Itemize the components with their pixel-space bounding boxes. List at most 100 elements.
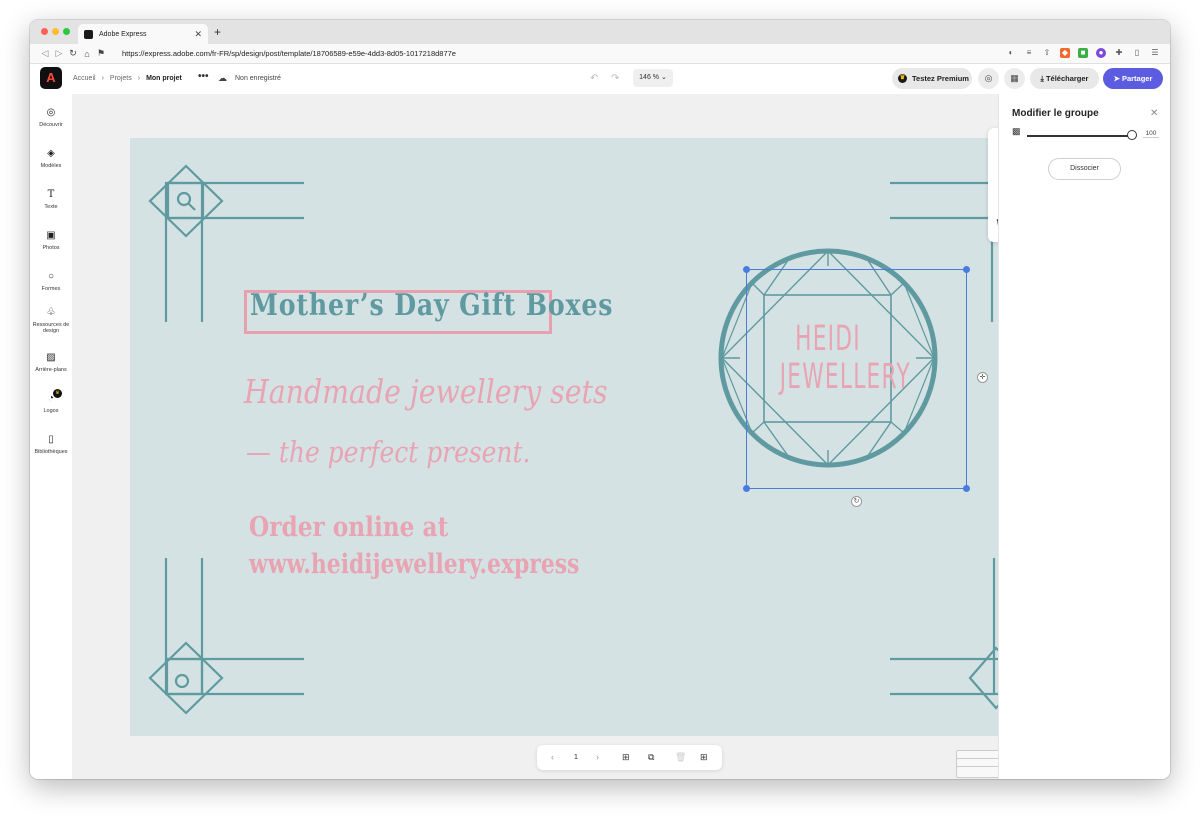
design-title-text[interactable]: Mother’s Day Gift Boxes: [250, 288, 613, 323]
page-navigator: ‹ 1 › ⊞ ⧉ 🗑 ⊞: [537, 745, 722, 770]
sidebar-item-logos[interactable]: ◔ ♛ Logos: [30, 389, 72, 414]
sidebar-item-label: Formes: [41, 286, 61, 292]
sidebar-item-templates[interactable]: ◈ Modèles: [30, 148, 72, 169]
design-tagline-line2[interactable]: — the perfect present.: [246, 435, 530, 469]
sidebar-item-discover[interactable]: ◎ Découvrir: [30, 107, 72, 128]
page-number: 1: [574, 754, 578, 761]
download-button[interactable]: ⤓ Télécharger: [1030, 68, 1099, 89]
sidebar-item-label: Logos: [43, 408, 59, 414]
save-status: Non enregistré: [235, 75, 281, 82]
address-field[interactable]: https://express.adobe.com/fr-FR/sp/desig…: [122, 49, 456, 58]
sidebar-item-label: Photos: [42, 245, 60, 251]
grid-view-icon[interactable]: ⊞: [700, 752, 708, 763]
brave-icon[interactable]: ◆: [1060, 48, 1070, 58]
menu-icon[interactable]: ☰: [1150, 48, 1160, 58]
photo-icon: ▣: [46, 230, 56, 241]
next-page-icon[interactable]: ›: [596, 752, 599, 762]
home-icon[interactable]: ⌂: [80, 49, 94, 59]
sidebar-item-text[interactable]: T Texte: [30, 189, 72, 210]
undo-icon[interactable]: ↶: [590, 73, 598, 84]
close-window-button[interactable]: [41, 28, 48, 35]
close-icon[interactable]: ✕: [1150, 108, 1158, 119]
adobe-express-logo[interactable]: A: [40, 67, 62, 89]
opacity-icon: ▩: [1012, 126, 1021, 136]
sidebar-item-backgrounds[interactable]: ▨ Arrière-plans: [30, 352, 72, 373]
grid-icon[interactable]: ▦: [1004, 68, 1025, 89]
design-order-line1[interactable]: Order online at: [249, 512, 448, 543]
background-icon: ▨: [46, 352, 56, 363]
zoom-dropdown[interactable]: 146 % ⌄: [633, 69, 673, 87]
breadcrumb-current[interactable]: Mon projet: [146, 75, 182, 82]
maximize-window-button[interactable]: [63, 28, 70, 35]
resize-handle-top-right[interactable]: [963, 266, 970, 273]
design-tagline-line1[interactable]: Handmade jewellery sets: [244, 372, 608, 411]
resize-handle-bottom-right[interactable]: [963, 485, 970, 492]
title-frame-left: [244, 290, 247, 334]
sidebar-icon[interactable]: ▯: [1132, 48, 1142, 58]
chevron-right-icon: ›: [101, 75, 104, 82]
sidebar-item-label: Arrière-plans: [35, 367, 67, 373]
chevron-right-icon: ›: [137, 75, 141, 82]
close-tab-icon[interactable]: ✕: [194, 29, 202, 40]
share-button[interactable]: ➤ Partager: [1103, 68, 1163, 89]
breadcrumb: Accueil › Projets › Mon projet: [73, 75, 182, 82]
share-page-icon[interactable]: ⇧: [1042, 48, 1052, 58]
tab-title: Adobe Express: [99, 30, 147, 38]
sidebar-item-design-assets[interactable]: ♧ Ressources de design: [30, 307, 72, 334]
resize-handle-bottom-left[interactable]: [743, 485, 750, 492]
green-extension-icon[interactable]: ■: [1078, 48, 1088, 58]
delete-page-icon[interactable]: 🗑: [675, 752, 686, 763]
library-icon: ▯: [48, 434, 54, 445]
sidebar-item-label: Texte: [44, 204, 58, 210]
opacity-slider[interactable]: [1027, 135, 1131, 137]
forward-icon[interactable]: ▷: [52, 48, 66, 59]
browser-tab[interactable]: Adobe Express ✕: [78, 24, 208, 44]
translate-icon[interactable]: ◐: [1006, 48, 1016, 58]
try-premium-label: Testez Premium: [912, 74, 969, 83]
opacity-value-input[interactable]: 100: [1143, 130, 1159, 138]
puzzle-icon[interactable]: ✚: [1114, 48, 1124, 58]
share-label: Partager: [1121, 74, 1153, 83]
sidebar-item-label: Découvrir: [39, 122, 63, 128]
premium-badge-icon: ♛: [53, 389, 62, 398]
extension-icons: ◐ ≡ ⇧ ◆ ■ ● ✚ ▯ ☰: [1006, 48, 1160, 58]
selection-box[interactable]: [743, 266, 970, 492]
reload-icon[interactable]: ↻: [66, 48, 80, 59]
sidebar-item-shapes[interactable]: ○ Formes: [30, 271, 72, 292]
more-options-button[interactable]: •••: [198, 71, 209, 82]
move-icon[interactable]: ✛: [977, 372, 988, 383]
sidebar-item-libraries[interactable]: ▯ Bibliothèques: [30, 434, 72, 455]
shapes-icon: ○: [47, 271, 55, 282]
prev-page-icon[interactable]: ‹: [551, 752, 554, 762]
resize-handle-top-left[interactable]: [743, 266, 750, 273]
lightbulb-icon[interactable]: ◎: [978, 68, 999, 89]
new-tab-button[interactable]: +: [214, 25, 221, 39]
tab-bar: Adobe Express ✕ +: [30, 20, 1170, 44]
back-icon[interactable]: ◁: [38, 48, 52, 59]
rotate-icon[interactable]: ↻: [851, 496, 862, 507]
properties-panel: Modifier le groupe ✕ ▩ 100 Dissocier: [998, 94, 1170, 779]
add-page-icon[interactable]: ⊞: [622, 752, 630, 763]
text-icon: T: [47, 189, 55, 200]
app-header: A Accueil › Projets › Mon projet ••• ☁ N…: [30, 64, 1170, 94]
download-icon: ⤓: [1040, 74, 1044, 83]
ungroup-button[interactable]: Dissocier: [1048, 158, 1121, 180]
canvas-area[interactable]: Mother’s Day Gift Boxes Handmade jewelle…: [72, 94, 1024, 779]
reader-icon[interactable]: ≡: [1024, 48, 1034, 58]
sidebar-item-photos[interactable]: ▣ Photos: [30, 230, 72, 251]
bookmark-icon[interactable]: ⚑: [94, 48, 108, 59]
templates-icon: ◈: [47, 148, 55, 159]
design-order-line2[interactable]: www.heidijewellery.express: [249, 549, 579, 580]
adobe-favicon-icon: [84, 29, 93, 39]
redo-icon[interactable]: ↷: [611, 73, 619, 84]
design-assets-icon: ♧: [46, 307, 56, 318]
duplicate-page-icon[interactable]: ⧉: [648, 752, 654, 763]
sidebar-item-label: Bibliothèques: [34, 449, 68, 455]
cloud-icon: ☁: [218, 73, 227, 83]
breadcrumb-home[interactable]: Accueil: [73, 75, 96, 82]
breadcrumb-projects[interactable]: Projets: [110, 75, 132, 82]
opacity-slider-thumb[interactable]: [1127, 130, 1137, 140]
try-premium-button[interactable]: ♛ Testez Premium: [892, 68, 972, 89]
purple-extension-icon[interactable]: ●: [1096, 48, 1106, 58]
minimize-window-button[interactable]: [52, 28, 59, 35]
